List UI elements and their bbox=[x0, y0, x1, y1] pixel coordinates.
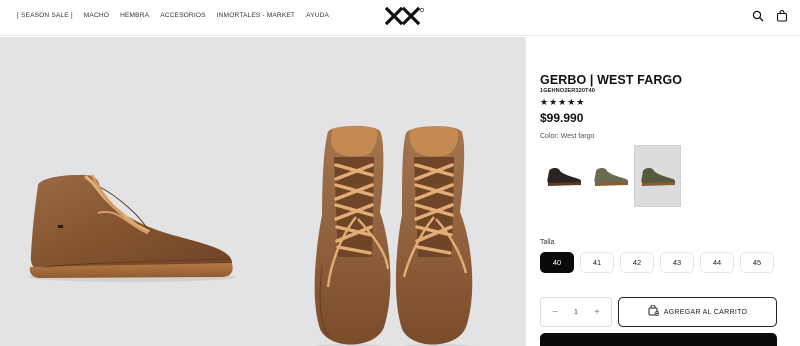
nav-item-hembra[interactable]: HEMBRA bbox=[120, 12, 149, 19]
size-option-45[interactable]: 45 bbox=[740, 252, 774, 273]
quantity-value[interactable]: 1 bbox=[574, 309, 578, 316]
search-icon[interactable] bbox=[752, 9, 764, 22]
product-sku: 1GEHNO2ER320T40 bbox=[540, 88, 595, 94]
product-details-panel: GERBO | WEST FARGO 1GEHNO2ER320T40 ★★★★★… bbox=[525, 37, 800, 346]
size-label: Talla bbox=[540, 239, 555, 246]
boot-top-view-right bbox=[395, 126, 474, 346]
size-option-41[interactable]: 41 bbox=[580, 252, 614, 273]
nav-item-accesorios[interactable]: ACCESORIOS bbox=[160, 12, 205, 19]
boot-top-view-left bbox=[312, 125, 391, 346]
color-value: West fargo bbox=[560, 133, 595, 140]
nav-item-ayuda[interactable]: AYUDA bbox=[306, 12, 329, 19]
quantity-stepper: − 1 + bbox=[540, 297, 612, 327]
size-option-44[interactable]: 44 bbox=[700, 252, 734, 273]
color-swatches bbox=[540, 145, 681, 207]
boot-side-view bbox=[28, 174, 236, 282]
nav-item-inmortales-market[interactable]: INMORTALES - MARKET bbox=[217, 12, 295, 19]
quantity-increase-button[interactable]: + bbox=[591, 307, 603, 318]
cart-add-icon bbox=[648, 303, 660, 321]
brand-logo[interactable] bbox=[384, 6, 425, 26]
size-option-42[interactable]: 42 bbox=[620, 252, 654, 273]
product-image bbox=[28, 125, 474, 346]
swatch-olive[interactable] bbox=[587, 145, 634, 207]
product-image-gallery[interactable] bbox=[0, 37, 525, 346]
color-label: Color: bbox=[540, 133, 559, 140]
product-title: GERBO | WEST FARGO bbox=[540, 73, 683, 87]
swatch-black[interactable] bbox=[540, 145, 587, 207]
bag-icon[interactable] bbox=[776, 9, 788, 22]
site-header: [ SEASON SALE ] MACHO HEMBRA ACCESORIOS … bbox=[0, 0, 800, 36]
add-to-cart-label: AGREGAR AL CARRITO bbox=[663, 308, 748, 316]
color-selection-label: Color: West fargo bbox=[540, 133, 594, 140]
swatch-west-fargo-selected[interactable] bbox=[634, 145, 681, 207]
size-options: 40 41 42 43 44 45 bbox=[540, 252, 774, 273]
nav-item-season-sale[interactable]: [ SEASON SALE ] bbox=[17, 12, 73, 19]
add-to-cart-button[interactable]: AGREGAR AL CARRITO bbox=[618, 297, 777, 327]
quantity-decrease-button[interactable]: − bbox=[549, 307, 561, 318]
size-option-40[interactable]: 40 bbox=[540, 252, 574, 273]
product-price: $99.990 bbox=[540, 111, 584, 125]
buy-now-button[interactable] bbox=[540, 333, 777, 346]
main-nav: [ SEASON SALE ] MACHO HEMBRA ACCESORIOS … bbox=[17, 0, 329, 30]
nav-item-macho[interactable]: MACHO bbox=[84, 12, 109, 19]
rating-stars[interactable]: ★★★★★ bbox=[540, 97, 585, 108]
size-option-43[interactable]: 43 bbox=[660, 252, 694, 273]
